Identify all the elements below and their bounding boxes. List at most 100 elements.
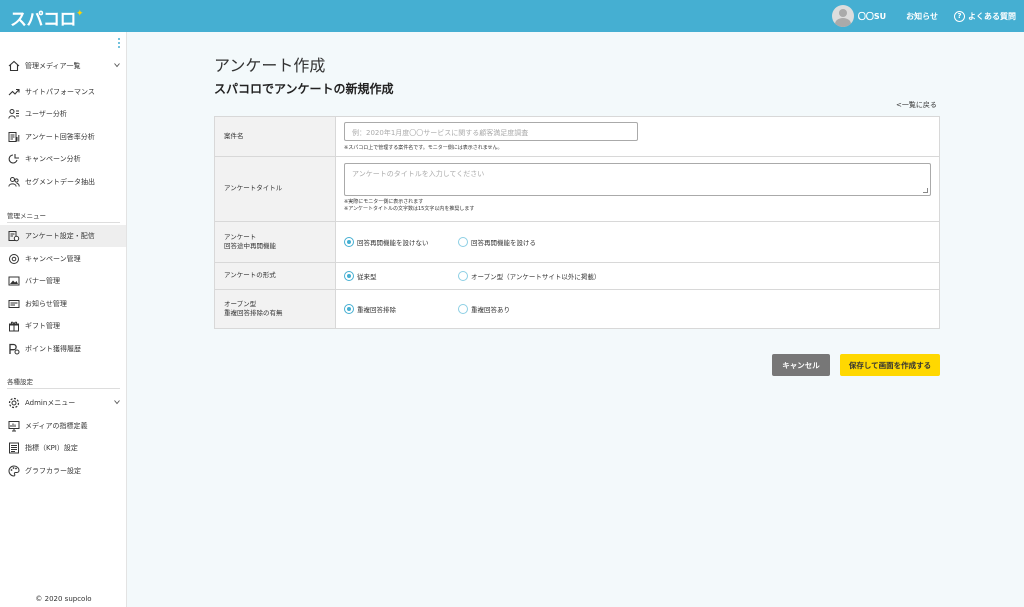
sidebar-item-label: キャンペーン管理 xyxy=(25,255,81,263)
gear-icon xyxy=(8,397,20,409)
radio-format-traditional[interactable]: 従来型 xyxy=(344,271,377,281)
radio-resume-no[interactable]: 回答再開機能を設けない xyxy=(344,237,429,247)
label-resume: アンケート 回答途中再開機能 xyxy=(215,222,336,262)
radio-dedupe-allow[interactable]: 重複回答あり xyxy=(458,304,510,314)
label-survey-title: アンケートタイトル xyxy=(215,157,336,221)
radio-selected-icon xyxy=(344,304,354,314)
sidebar-item-graph-color[interactable]: グラフカラー設定 xyxy=(0,460,126,482)
user-name[interactable]: 〇〇SU xyxy=(858,11,886,22)
survey-title-note-2: ※アンケートタイトルの文字数は15文字以内を推奨します xyxy=(344,206,475,212)
logo[interactable]: スパコロ✦ xyxy=(10,5,84,30)
campaign-analysis-icon xyxy=(8,153,20,165)
question-icon: ? xyxy=(954,10,965,22)
sidebar-item-label: サイトパフォーマンス xyxy=(25,88,95,96)
sidebar-item-media-metrics[interactable]: メディアの指標定義 xyxy=(0,415,126,437)
label-resume-line1: アンケート xyxy=(224,232,257,241)
logo-spark-icon: ✦ xyxy=(76,9,84,20)
radio-label: 従来型 xyxy=(357,273,377,281)
radio-resume-yes[interactable]: 回答再開機能を設ける xyxy=(458,237,536,247)
row-dedupe: オープン型 重複回答排除の有無 重複回答排除 重複回答あり xyxy=(215,290,939,328)
survey-form: 案件名 例：2020年1月度〇〇サービスに関する顧客満足度調査 ※スパコロ上で管… xyxy=(214,116,940,329)
label-resume-line2: 回答途中再開機能 xyxy=(224,242,276,250)
sidebar-item-label: 指標（KPI）設定 xyxy=(25,444,78,452)
chevron-down-icon[interactable] xyxy=(114,62,120,68)
case-name-note: ※スパコロ上で管理する案件名です。モニター側には表示されません。 xyxy=(344,145,503,151)
sidebar-item-label: セグメントデータ抽出 xyxy=(25,178,95,186)
home-icon xyxy=(8,60,20,72)
cancel-button[interactable]: キャンセル xyxy=(772,354,830,376)
sidebar-item-user-analysis[interactable]: ユーザー分析 xyxy=(0,103,126,125)
radio-label: 回答再開機能を設ける xyxy=(471,239,536,247)
sidebar-item-kpi[interactable]: 指標（KPI）設定 xyxy=(0,437,126,459)
copyright: © 2020 supcolo xyxy=(35,595,92,603)
sidebar-item-site-performance[interactable]: サイトパフォーマンス xyxy=(0,81,126,103)
radio-dedupe-exclude[interactable]: 重複回答排除 xyxy=(344,304,396,314)
survey-title-textarea[interactable]: アンケートのタイトルを入力してください xyxy=(344,163,931,196)
sidebar-item-gift[interactable]: ギフト管理 xyxy=(0,315,126,337)
sidebar-item-campaign[interactable]: キャンペーン管理 xyxy=(0,248,126,270)
case-name-input[interactable]: 例：2020年1月度〇〇サービスに関する顧客満足度調査 xyxy=(344,122,638,141)
row-survey-title: アンケートタイトル アンケートのタイトルを入力してください ※実際にモニター側に… xyxy=(215,157,939,222)
divider xyxy=(7,222,120,223)
divider xyxy=(7,388,120,389)
sidebar-item-label: アンケート設定・配信 xyxy=(25,232,95,240)
sidebar-item-campaign-analysis[interactable]: キャンペーン分析 xyxy=(0,148,126,170)
sidebar-item-label: キャンペーン分析 xyxy=(25,155,81,163)
notice-link[interactable]: お知らせ xyxy=(906,11,938,22)
survey-title-note: ※実際にモニター側に表示されます ※アンケートタイトルの文字数は15文字以内を推… xyxy=(344,199,474,213)
back-link-label: 一覧に戻る xyxy=(901,101,937,109)
back-to-list-link[interactable]: <一覧に戻る xyxy=(896,100,937,110)
label-dedupe: オープン型 重複回答排除の有無 xyxy=(215,290,336,328)
radio-empty-icon xyxy=(458,237,468,247)
row-resume: アンケート 回答途中再開機能 回答再開機能を設けない 回答再開機能を設ける xyxy=(215,222,939,263)
chevron-down-icon[interactable] xyxy=(114,399,120,405)
sidebar-item-banner[interactable]: バナー管理 xyxy=(0,270,126,292)
sidebar-item-survey-rate[interactable]: アンケート回答率分析 xyxy=(0,126,126,148)
sidebar-item-survey-settings[interactable]: アンケート設定・配信 xyxy=(0,225,126,247)
label-dedupe-line1: オープン型 xyxy=(224,299,257,308)
sidebar-item-label: 管理メディア一覧 xyxy=(25,62,81,70)
sidebar-item-label: ポイント獲得履歴 xyxy=(25,345,81,353)
avatar[interactable] xyxy=(831,5,854,27)
radio-label: 重複回答あり xyxy=(471,306,510,314)
resize-handle-icon[interactable] xyxy=(923,188,928,193)
kebab-menu-icon[interactable] xyxy=(118,38,120,48)
header-right: 〇〇SU お知らせ ? よくある質問 xyxy=(831,0,1016,32)
sidebar-item-segment[interactable]: セグメントデータ抽出 xyxy=(0,171,126,193)
campaign-icon xyxy=(8,253,20,265)
label-case-name: 案件名 xyxy=(215,117,336,156)
page-subtitle: スパコロでアンケートの新規作成 xyxy=(214,82,394,96)
save-button[interactable]: 保存して画面を作成する xyxy=(840,354,940,376)
palette-icon xyxy=(8,465,20,477)
sidebar-item-label: バナー管理 xyxy=(25,277,60,285)
sidebar-item-notice[interactable]: お知らせ管理 xyxy=(0,293,126,315)
trend-icon xyxy=(8,86,20,98)
faq-label: よくある質問 xyxy=(968,11,1016,21)
radio-format-open[interactable]: オープン型（アンケートサイト以外に掲載） xyxy=(458,271,600,281)
radio-label: 回答再開機能を設けない xyxy=(357,239,429,247)
survey-rate-icon xyxy=(8,131,20,143)
sidebar-item-label: アンケート回答率分析 xyxy=(25,133,95,141)
sidebar-item-label: ギフト管理 xyxy=(25,322,60,330)
sidebar-item-points[interactable]: ポイント獲得履歴 xyxy=(0,338,126,360)
notice-icon xyxy=(8,298,20,310)
section-settings-label: 各種設定 xyxy=(7,378,33,386)
gift-icon xyxy=(8,320,20,332)
sidebar: 管理メディア一覧 サイトパフォーマンス ユーザー分析 アンケート回答率分析 キャ… xyxy=(0,32,127,607)
row-case-name: 案件名 例：2020年1月度〇〇サービスに関する顧客満足度調査 ※スパコロ上で管… xyxy=(215,117,939,157)
section-manage-label: 管理メニュー xyxy=(7,212,46,220)
radio-empty-icon xyxy=(458,304,468,314)
top-header: スパコロ✦ 〇〇SU お知らせ ? よくある質問 xyxy=(0,0,1024,32)
sidebar-item-label: グラフカラー設定 xyxy=(25,467,81,475)
faq-link[interactable]: ? よくある質問 xyxy=(954,10,1016,22)
sidebar-item-admin[interactable]: Adminメニュー xyxy=(0,392,126,414)
sidebar-item-media-list[interactable]: 管理メディア一覧 xyxy=(0,55,126,77)
survey-settings-icon xyxy=(8,230,20,242)
sidebar-item-label: お知らせ管理 xyxy=(25,300,67,308)
label-format: アンケートの形式 xyxy=(215,263,336,289)
segment-icon xyxy=(8,176,20,188)
label-dedupe-line2: 重複回答排除の有無 xyxy=(224,309,283,317)
points-icon xyxy=(8,343,20,355)
banner-icon xyxy=(8,275,20,287)
survey-title-placeholder: アンケートのタイトルを入力してください xyxy=(352,170,485,178)
